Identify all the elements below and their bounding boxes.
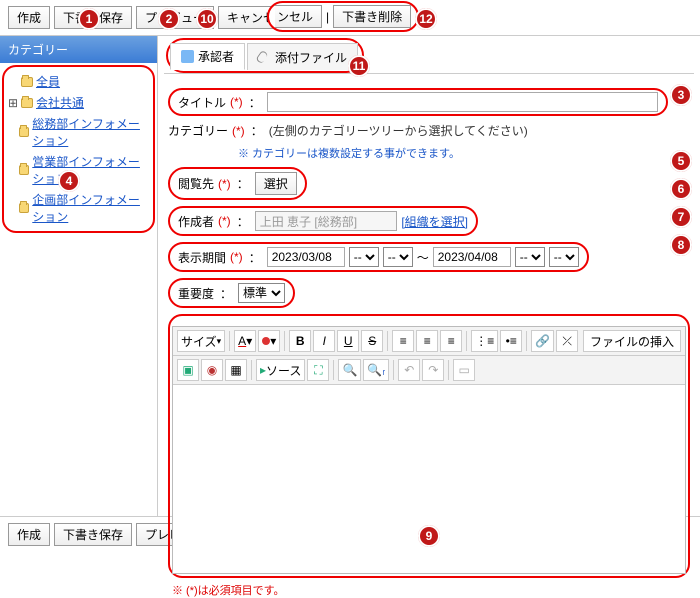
text-color-button[interactable]: A▾ [234, 330, 256, 352]
tab-bar: 承認者 添付ファイル [164, 36, 694, 74]
table-button[interactable]: ▦ [225, 359, 247, 381]
save-draft-button[interactable]: 下書き保存 [54, 6, 132, 29]
org-select-link[interactable]: [組織を選択] [401, 213, 468, 230]
category-note: ※ カテゴリーは複数設定する事ができます。 [238, 145, 690, 161]
editor-toolbar-2: ▣ ◉ ▦ ▸ソース ⛶ 🔍 🔍ᵣ ↶ ↷ ▭ [173, 356, 685, 385]
tab-approver[interactable]: 承認者 [170, 43, 245, 70]
importance-select[interactable]: 標準 [238, 283, 285, 303]
title-label: タイトル [178, 94, 226, 111]
bg-color-button[interactable]: ▾ [258, 330, 280, 352]
creator-label: 作成者 [178, 213, 214, 230]
unordered-list-button[interactable]: •≡ [500, 330, 522, 352]
tab-attachment[interactable]: 添付ファイル [247, 43, 358, 70]
link-button[interactable]: 🔗 [531, 330, 554, 352]
min-from-select[interactable]: -- [383, 247, 413, 267]
tree-label[interactable]: 全員 [36, 73, 60, 90]
folder-icon [21, 77, 33, 87]
folder-icon [19, 127, 29, 137]
size-select[interactable]: サイズ ▾ [177, 330, 225, 352]
folder-icon [19, 203, 29, 213]
creator-input[interactable] [255, 211, 398, 231]
category-label: カテゴリー [168, 122, 228, 139]
draft-extra-buttons: ンセル | 下書き削除 [267, 1, 419, 32]
editor-textarea[interactable] [173, 385, 685, 573]
expand-icon[interactable]: ⊞ [8, 96, 18, 110]
category-sidebar: カテゴリー 全員 ⊞ 会社共通 総務部インフォメーション 営業部インフォメーショ… [0, 36, 158, 516]
blocks-button[interactable]: ▭ [453, 359, 475, 381]
ordered-list-button[interactable]: ⋮≡ [471, 330, 498, 352]
fullscreen-button[interactable]: ⛶ [307, 359, 329, 381]
create-button-bottom[interactable]: 作成 [8, 523, 50, 546]
form-area: タイトル(*)： カテゴリー(*)： (左側のカテゴリーツリーから選択してくださ… [164, 74, 694, 598]
main-area: カテゴリー 全員 ⊞ 会社共通 総務部インフォメーション 営業部インフォメーショ… [0, 35, 700, 517]
title-input[interactable] [267, 92, 658, 112]
editor-highlight: サイズ ▾ A▾ ▾ B I U S ≡ ≡ ≡ ⋮≡ •≡ [168, 314, 690, 578]
select-viewer-button[interactable]: 選択 [255, 172, 297, 195]
importance-label: 重要度 [178, 285, 214, 302]
align-center-button[interactable]: ≡ [416, 330, 438, 352]
sidebar-header: カテゴリー [0, 36, 157, 63]
tree-label[interactable]: 総務部インフォメーション [32, 115, 149, 149]
redo-button[interactable]: ↷ [422, 359, 444, 381]
creator-row: 作成者(*)： [組織を選択] [168, 206, 478, 236]
viewer-row: 閲覧先(*)： 選択 [168, 167, 307, 200]
importance-row: 重要度： 標準 [168, 278, 295, 308]
tree-item-company[interactable]: ⊞ 会社共通 [6, 92, 151, 113]
tree-item-all[interactable]: 全員 [6, 71, 151, 92]
rich-text-editor: サイズ ▾ A▾ ▾ B I U S ≡ ≡ ≡ ⋮≡ •≡ [172, 326, 686, 574]
folder-icon [19, 165, 29, 175]
hour-from-select[interactable]: -- [349, 247, 379, 267]
tabs-highlight: 承認者 添付ファイル [166, 38, 364, 73]
tab-label: 承認者 [198, 48, 234, 65]
flash-button[interactable]: ◉ [201, 359, 223, 381]
min-to-select[interactable]: -- [549, 247, 579, 267]
insert-file-button[interactable]: ファイルの挿入 [583, 330, 681, 352]
source-button[interactable]: ▸ソース [256, 359, 305, 381]
period-row: 表示期間(*)： -- -- ～ -- -- [168, 242, 589, 272]
tree-item-soumu[interactable]: 総務部インフォメーション [6, 113, 151, 151]
category-hint: (左側のカテゴリーツリーから選択してください) [269, 122, 528, 139]
save-draft-button-bottom[interactable]: 下書き保存 [54, 523, 132, 546]
date-from-input[interactable] [267, 247, 345, 267]
create-button[interactable]: 作成 [8, 6, 50, 29]
tilde: ～ [417, 249, 429, 266]
preview-button[interactable]: プレビュー [136, 6, 214, 29]
title-row: タイトル(*)： [168, 88, 668, 116]
required-note: ※ (*)は必須項目です。 [168, 578, 690, 598]
underline-button[interactable]: U [337, 330, 359, 352]
category-tree: 全員 ⊞ 会社共通 総務部インフォメーション 営業部インフォメーション 企画部イ… [2, 65, 155, 233]
tree-item-kikaku[interactable]: 企画部インフォメーション [6, 189, 151, 227]
tree-label[interactable]: 企画部インフォメーション [32, 191, 149, 225]
undo-button[interactable]: ↶ [398, 359, 420, 381]
cancel-button-cut[interactable]: ンセル [275, 5, 322, 28]
replace-button[interactable]: 🔍ᵣ [363, 359, 389, 381]
tab-label: 添付ファイル [275, 49, 347, 66]
italic-button[interactable]: I [313, 330, 335, 352]
date-to-input[interactable] [433, 247, 511, 267]
find-button[interactable]: 🔍 [338, 359, 361, 381]
image-button[interactable]: ▣ [177, 359, 199, 381]
content-area: 承認者 添付ファイル タイトル(*)： カテゴリー(*)： (左側のカテゴリーツ… [158, 36, 700, 516]
hour-to-select[interactable]: -- [515, 247, 545, 267]
clip-icon [258, 51, 271, 64]
people-icon [181, 50, 194, 63]
bold-button[interactable]: B [289, 330, 311, 352]
unlink-button[interactable]: ⤫ [556, 330, 578, 352]
tree-item-eigyo[interactable]: 営業部インフォメーション [6, 151, 151, 189]
strike-button[interactable]: S [361, 330, 383, 352]
align-left-button[interactable]: ≡ [392, 330, 414, 352]
period-label: 表示期間 [178, 249, 226, 266]
folder-icon [21, 98, 33, 108]
tree-label[interactable]: 会社共通 [36, 94, 84, 111]
viewer-label: 閲覧先 [178, 175, 214, 192]
delete-draft-button[interactable]: 下書き削除 [333, 5, 411, 28]
tree-label[interactable]: 営業部インフォメーション [32, 153, 149, 187]
align-right-button[interactable]: ≡ [440, 330, 462, 352]
editor-toolbar-1: サイズ ▾ A▾ ▾ B I U S ≡ ≡ ≡ ⋮≡ •≡ [173, 327, 685, 356]
